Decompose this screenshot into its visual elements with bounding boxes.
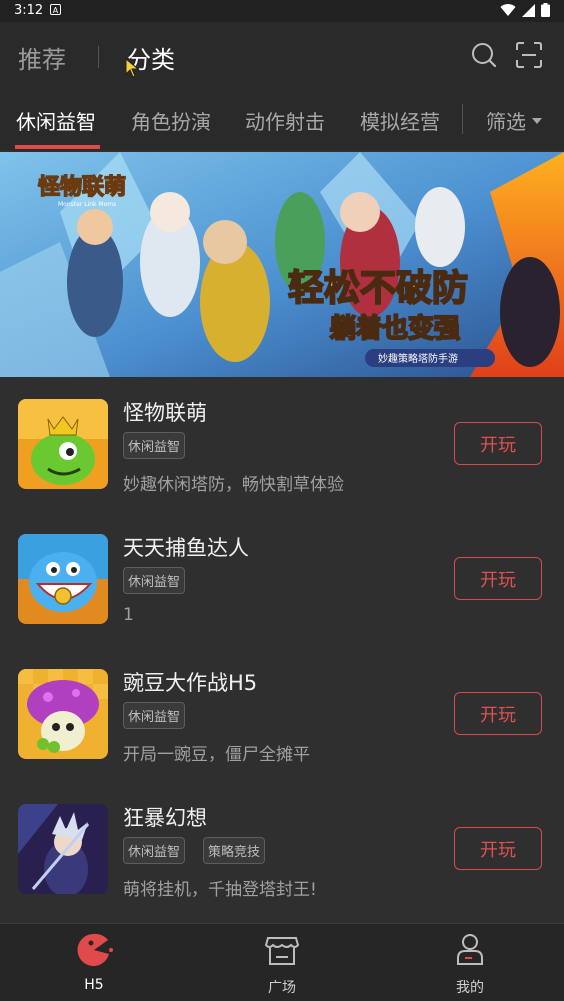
top-bar: 推荐 分类 [0,22,564,90]
dropdown-arrow-icon [532,117,542,124]
search-icon[interactable] [470,41,498,69]
game-list: 怪物联萌 休闲益智 妙趣休闲塔防，畅快割草体验 开玩 天天捕鱼达人 休闲益智 1… [0,377,564,923]
fish-icon [18,534,108,624]
category-tabs: 休闲益智 角色扮演 动作射击 模拟经营 [0,90,564,150]
promo-banner[interactable]: 怪物联萌 Monster Link Moms 轻松不破防 躺着也变强 妙趣策略塔… [0,152,564,377]
nav-label: 我的 [456,980,484,996]
battery-icon [541,3,550,17]
banner-art: 怪物联萌 Monster Link Moms 轻松不破防 躺着也变强 妙趣策略塔… [0,152,564,377]
category-tab-action[interactable]: 动作射击 [245,106,325,135]
mouse-cursor-icon [125,58,139,78]
game-tags: 休闲益智 [123,702,186,729]
play-button[interactable]: 开玩 [454,422,542,465]
nav-item-mine[interactable]: 我的 [376,924,564,1001]
person-icon [457,934,483,965]
tab-recommend[interactable]: 推荐 [18,40,66,75]
game-tags: 休闲益智 [123,567,186,594]
game-description: 妙趣休闲塔防，畅快割草体验 [123,475,344,495]
green-monster-icon [18,399,108,489]
game-tag: 策略竞技 [203,837,266,864]
game-tag: 休闲益智 [123,702,186,729]
game-tag: 休闲益智 [123,837,186,864]
game-tags: 休闲益智 策略竞技 [123,837,266,864]
category-tab-simulation[interactable]: 模拟经营 [360,106,440,135]
game-name: 怪物联萌 [123,401,207,425]
game-description: 萌将挂机，千抽登塔封王! [123,880,317,900]
filter-button[interactable]: 筛选 [486,106,542,135]
filter-divider [462,104,463,134]
mushroom-icon [18,669,108,759]
store-icon [264,937,300,965]
game-name: 天天捕鱼达人 [123,536,249,560]
active-tab-indicator [15,145,100,149]
game-name: 豌豆大作战H5 [123,671,258,695]
wifi-icon [500,3,516,16]
category-tab-rpg[interactable]: 角色扮演 [131,106,211,135]
filter-label: 筛选 [486,110,526,134]
top-tab-divider [98,46,99,68]
play-button[interactable]: 开玩 [454,827,542,870]
nav-item-h5[interactable]: H5 [0,924,188,1001]
play-button[interactable]: 开玩 [454,692,542,735]
game-tag: 休闲益智 [123,567,186,594]
banner-logo-sub: Monster Link Moms [58,201,116,208]
game-item[interactable]: 狂暴幻想 休闲益智 策略竞技 萌将挂机，千抽登塔封王! 开玩 [0,782,564,917]
game-description: 1 [123,605,134,625]
game-description: 开局一豌豆，僵尸全摊平 [123,745,310,765]
game-item[interactable]: 怪物联萌 休闲益智 妙趣休闲塔防，畅快割草体验 开玩 [0,377,564,512]
game-name: 狂暴幻想 [123,806,207,830]
status-time: 3:12 [14,3,44,18]
game-tag: 休闲益智 [123,432,186,459]
game-tags: 休闲益智 [123,432,186,459]
banner-slogan-2: 躺着也变强 [330,313,460,344]
notification-icon: A [50,4,61,15]
game-item[interactable]: 天天捕鱼达人 休闲益智 1 开玩 [0,512,564,647]
nav-label: H5 [84,977,104,993]
banner-slogan-1: 轻松不破防 [288,268,468,309]
h5-pacman-icon [77,933,113,966]
scan-icon[interactable] [515,41,543,69]
status-bar: 3:12 A [0,0,564,22]
category-tab-casual[interactable]: 休闲益智 [16,106,96,135]
system-icons [500,3,550,17]
warrior-icon [18,804,108,894]
nav-item-square[interactable]: 广场 [188,924,376,1001]
banner-tagline: 妙趣策略塔防手游 [378,352,458,365]
banner-logo-text: 怪物联萌 [38,174,126,200]
nav-label: 广场 [268,980,296,996]
play-button[interactable]: 开玩 [454,557,542,600]
game-item[interactable]: 豌豆大作战H5 休闲益智 开局一豌豆，僵尸全摊平 开玩 [0,647,564,782]
signal-icon [522,3,535,17]
bottom-nav: H5 广场 我的 [0,923,564,1001]
